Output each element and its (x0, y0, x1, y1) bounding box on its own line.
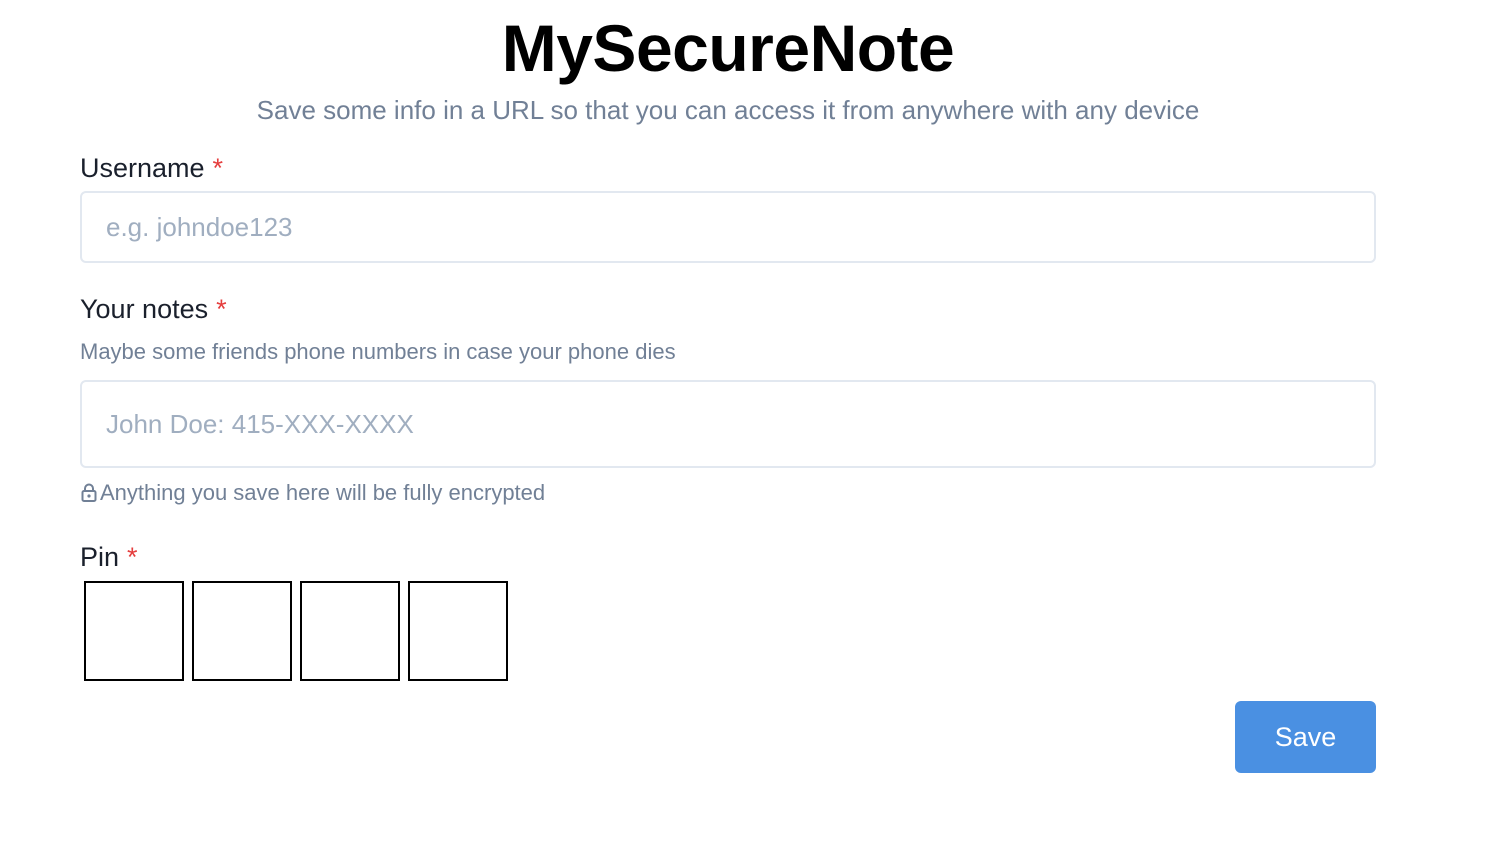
encryption-note-text: Anything you save here will be fully enc… (100, 480, 546, 505)
encryption-note: Anything you save here will be fully enc… (80, 478, 545, 508)
notes-helper-text: Maybe some friends phone numbers in case… (80, 339, 676, 364)
pin-digit-4[interactable] (408, 581, 508, 681)
pin-digit-2[interactable] (192, 581, 292, 681)
pin-digit-1[interactable] (84, 581, 184, 681)
pin-label-text: Pin (80, 542, 120, 572)
pin-required-mark: * (127, 542, 138, 572)
notes-label-text: Your notes (80, 294, 209, 324)
notes-input[interactable] (80, 380, 1376, 468)
lock-icon (80, 482, 98, 504)
save-button[interactable]: Save (1235, 701, 1376, 773)
page: MySecureNote Save some info in a URL so … (0, 0, 1486, 846)
app-title: MySecureNote (501, 11, 955, 85)
pin-digit-3[interactable] (300, 581, 400, 681)
username-input[interactable] (80, 191, 1376, 263)
pin-label: Pin * (80, 540, 138, 574)
username-label-text: Username (80, 153, 205, 183)
username-required-mark: * (212, 153, 224, 183)
notes-required-mark: * (216, 294, 227, 324)
username-label: Username * (80, 151, 223, 185)
app-subtitle: Save some info in a URL so that you can … (256, 95, 1200, 125)
notes-label: Your notes * (80, 292, 227, 326)
